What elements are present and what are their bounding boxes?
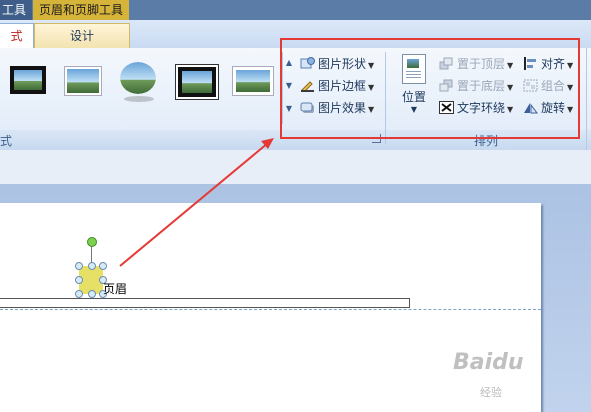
rotation-handle[interactable]: [87, 237, 97, 247]
style-thumb-oval[interactable]: [120, 62, 156, 94]
tab-design[interactable]: 设计: [34, 23, 130, 48]
style-thumb-white-frame[interactable]: [64, 66, 102, 96]
resize-handle[interactable]: [75, 290, 83, 298]
style-thumb-simple-frame[interactable]: [232, 66, 274, 96]
resize-handle[interactable]: [99, 262, 107, 270]
watermark-sub: 经验: [480, 386, 502, 399]
watermark-logo: Baidu: [453, 350, 524, 375]
oval-shadow: [124, 96, 154, 102]
header-boundary: [0, 298, 410, 308]
resize-handle[interactable]: [75, 276, 83, 284]
header-dashed-line: [0, 309, 541, 310]
previous-page-strip: [0, 150, 591, 184]
context-tab-bar: 工具 页眉和页脚工具: [0, 0, 591, 20]
header-footer-tools-context-tab[interactable]: 页眉和页脚工具: [33, 0, 129, 20]
tab-format[interactable]: 式: [0, 23, 34, 48]
header-text: 页眉: [103, 282, 128, 296]
highlight-box: [280, 38, 580, 139]
picture-styles-gallery: [0, 52, 295, 124]
resize-handle[interactable]: [88, 290, 96, 298]
group-separator: [586, 48, 587, 150]
picture-tools-context-tab[interactable]: 工具: [0, 0, 32, 20]
picture-styles-group-label: 式: [0, 134, 13, 148]
style-thumb-double-frame[interactable]: [175, 64, 219, 100]
resize-handle[interactable]: [88, 262, 96, 270]
style-thumb-black-frame[interactable]: [10, 66, 46, 94]
resize-handle[interactable]: [75, 262, 83, 270]
